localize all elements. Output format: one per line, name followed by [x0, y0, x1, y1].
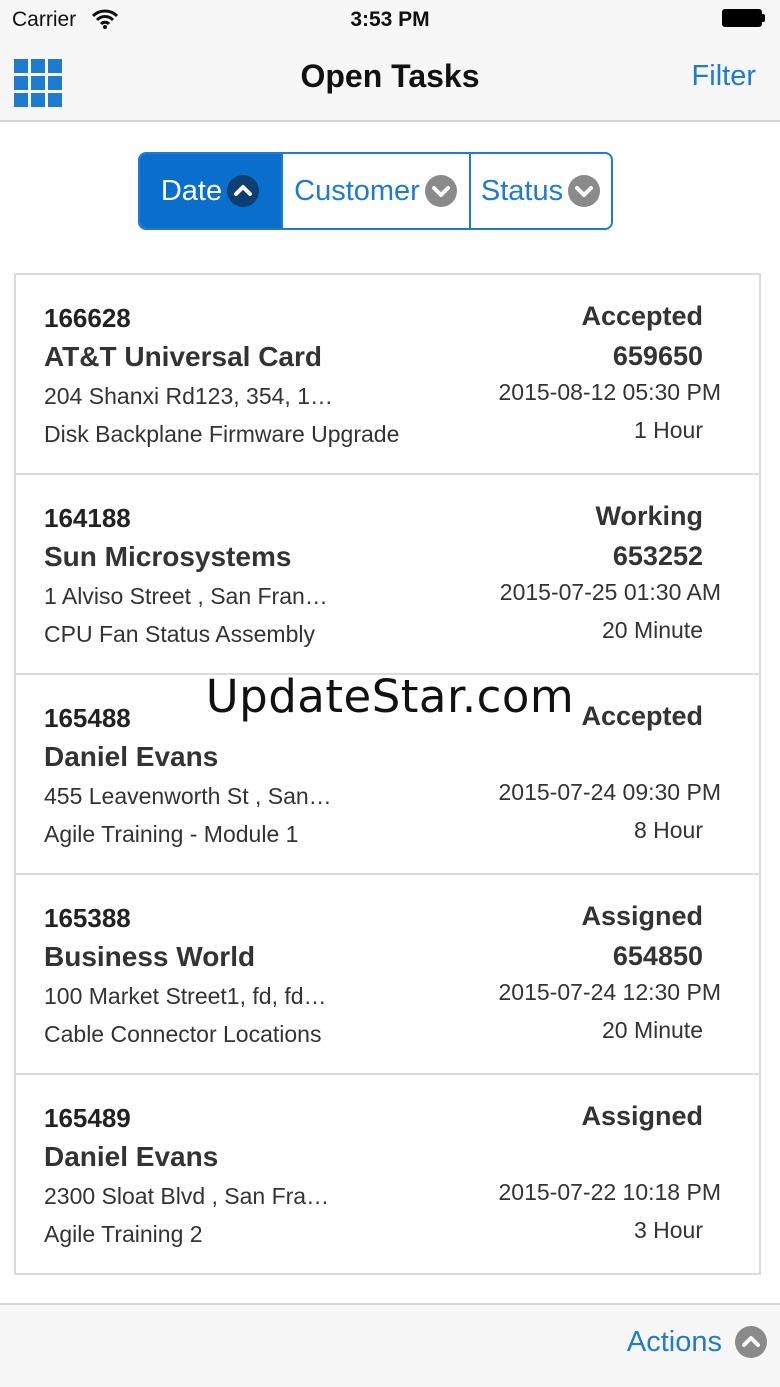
task-description: CPU Fan Status Assembly — [44, 621, 315, 647]
battery-icon — [722, 9, 766, 29]
task-duration: 8 Hour — [633, 817, 703, 843]
task-id: 165388 — [44, 903, 131, 933]
task-address: 100 Market Street1, fd, fd… — [44, 983, 327, 1009]
task-status: Accepted — [581, 301, 703, 331]
chevron-up-circle-icon — [226, 174, 260, 208]
task-status: Assigned — [581, 1101, 703, 1131]
task-row[interactable]: 166628 AT&T Universal Card 204 Shanxi Rd… — [16, 275, 759, 475]
sort-by-status-button[interactable]: Status — [469, 154, 611, 228]
task-description: Cable Connector Locations — [44, 1021, 322, 1047]
sort-by-date-button[interactable]: Date — [140, 154, 281, 228]
task-datetime: 2015-07-22 10:18 PM — [498, 1179, 722, 1205]
task-address: 2300 Sloat Blvd , San Fra… — [44, 1183, 330, 1209]
filter-button[interactable]: Filter — [692, 60, 756, 93]
task-address: 1 Alviso Street , San Fran… — [44, 583, 328, 609]
navigation-bar: Open Tasks Filter — [0, 40, 780, 122]
task-number: 653252 — [612, 541, 703, 571]
task-status: Assigned — [581, 901, 703, 931]
task-address: 455 Leavenworth St , San… — [44, 783, 332, 809]
task-description: Agile Training 2 — [44, 1221, 203, 1247]
task-address: 204 Shanxi Rd123, 354, 1… — [44, 383, 333, 409]
task-duration: 20 Minute — [601, 1017, 703, 1043]
task-row[interactable]: 164188 Sun Microsystems 1 Alviso Street … — [16, 475, 759, 675]
chevron-down-circle-icon — [567, 174, 601, 208]
page-title: Open Tasks — [300, 58, 480, 94]
task-customer: Sun Microsystems — [44, 541, 292, 572]
task-description: Disk Backplane Firmware Upgrade — [44, 421, 400, 447]
task-number: 654850 — [612, 941, 703, 971]
task-description: Agile Training - Module 1 — [44, 821, 299, 847]
actions-button[interactable]: Actions — [627, 1325, 768, 1359]
sort-by-customer-button[interactable]: Customer — [281, 154, 469, 228]
task-datetime: 2015-08-12 05:30 PM — [498, 379, 722, 405]
task-id: 165489 — [44, 1103, 131, 1133]
task-id: 166628 — [44, 303, 131, 333]
chevron-up-circle-icon — [734, 1325, 768, 1359]
status-bar: Carrier 3:53 PM — [0, 0, 780, 40]
task-customer: Daniel Evans — [44, 741, 219, 772]
sort-segmented-control: Date Customer Status — [138, 152, 613, 230]
task-id: 164188 — [44, 503, 131, 533]
task-customer: Daniel Evans — [44, 1141, 219, 1172]
clock-time: 3:53 PM — [350, 8, 430, 31]
task-datetime: 2015-07-24 09:30 PM — [498, 779, 722, 805]
task-duration: 20 Minute — [601, 617, 703, 643]
watermark-text: UpdateStar.com — [205, 670, 575, 723]
task-duration: 3 Hour — [633, 1217, 703, 1243]
task-datetime: 2015-07-25 01:30 AM — [499, 579, 721, 605]
sort-label-status: Status — [480, 174, 564, 207]
bottom-toolbar: Actions — [0, 1303, 780, 1387]
task-duration: 1 Hour — [633, 417, 703, 443]
sort-label-date: Date — [160, 174, 223, 207]
sort-label-customer: Customer — [294, 174, 420, 207]
task-customer: Business World — [44, 941, 256, 972]
chevron-down-circle-icon — [424, 174, 458, 208]
task-status: Working — [595, 501, 704, 531]
task-datetime: 2015-07-24 12:30 PM — [498, 979, 722, 1005]
task-number: 659650 — [612, 341, 703, 371]
task-row[interactable]: 165489 Daniel Evans 2300 Sloat Blvd , Sa… — [16, 1075, 759, 1275]
task-customer: AT&T Universal Card — [44, 341, 322, 372]
task-row[interactable]: 165388 Business World 100 Market Street1… — [16, 875, 759, 1075]
task-list: 166628 AT&T Universal Card 204 Shanxi Rd… — [14, 273, 761, 1275]
actions-label: Actions — [626, 1325, 722, 1358]
